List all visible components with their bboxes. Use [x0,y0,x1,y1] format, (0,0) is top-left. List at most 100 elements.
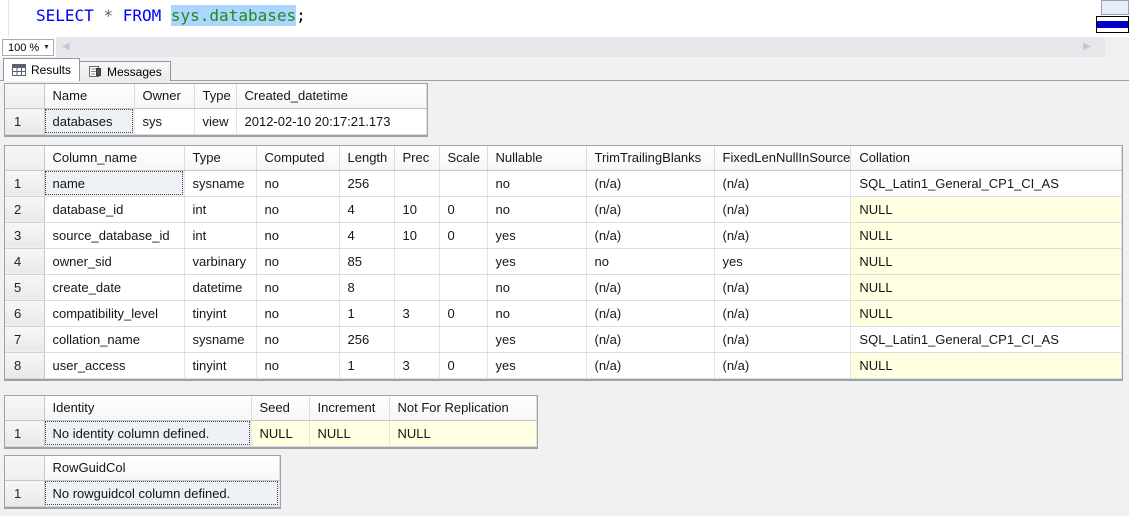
scroll-right-icon[interactable]: ▶ [1083,41,1091,52]
column-header[interactable]: FixedLenNullInSource [714,146,851,170]
zoom-dropdown[interactable]: 100 % ▼ [2,39,54,56]
row-header[interactable]: 2 [5,196,44,222]
column-header[interactable]: Not For Replication [389,396,536,420]
cell[interactable]: (n/a) [586,300,714,326]
cell[interactable]: 0 [439,222,487,248]
cell[interactable]: no [256,300,339,326]
cell[interactable]: SQL_Latin1_General_CP1_CI_AS [851,170,1122,196]
cell[interactable]: collation_name [44,326,184,352]
cell[interactable]: (n/a) [714,352,851,378]
tab-messages[interactable]: Messages [79,61,171,81]
selected-cell[interactable]: databases [44,108,134,134]
cell[interactable] [439,248,487,274]
cell[interactable]: NULL [851,352,1122,378]
cell[interactable]: yes [487,222,586,248]
cell[interactable]: sys [134,108,194,134]
cell[interactable]: no [256,274,339,300]
cell[interactable]: 0 [439,196,487,222]
column-header[interactable]: Seed [251,396,309,420]
cell[interactable]: 3 [394,352,439,378]
cell[interactable]: (n/a) [586,352,714,378]
cell[interactable]: 256 [339,170,394,196]
grid-corner-cell[interactable] [5,146,44,170]
cell[interactable]: database_id [44,196,184,222]
cell[interactable]: 10 [394,196,439,222]
cell[interactable]: no [487,274,586,300]
cell[interactable]: 4 [339,222,394,248]
cell[interactable] [439,170,487,196]
cell[interactable]: no [256,248,339,274]
cell[interactable]: NULL [851,222,1122,248]
cell[interactable]: (n/a) [586,274,714,300]
cell[interactable] [394,170,439,196]
selected-cell[interactable]: name [44,170,184,196]
column-header[interactable]: Computed [256,146,339,170]
cell[interactable]: (n/a) [586,326,714,352]
sql-editor[interactable]: SELECT * FROM sys.databases; [0,0,1129,37]
cell[interactable]: 256 [339,326,394,352]
cell[interactable]: no [256,352,339,378]
cell[interactable]: no [256,222,339,248]
cell[interactable]: 85 [339,248,394,274]
cell[interactable]: 1 [339,352,394,378]
cell[interactable]: no [256,170,339,196]
cell[interactable]: SQL_Latin1_General_CP1_CI_AS [851,326,1122,352]
scroll-left-icon[interactable]: ◀ [62,41,70,52]
cell[interactable]: yes [487,248,586,274]
cell[interactable]: 8 [339,274,394,300]
row-header[interactable]: 1 [5,480,44,506]
cell[interactable]: NULL [309,420,389,446]
row-header[interactable]: 1 [5,420,44,446]
cell[interactable]: (n/a) [586,170,714,196]
cell[interactable]: view [194,108,236,134]
row-header[interactable]: 1 [5,170,44,196]
cell[interactable]: (n/a) [586,196,714,222]
cell[interactable]: tinyint [184,352,256,378]
cell[interactable]: varbinary [184,248,256,274]
selected-cell[interactable]: No identity column defined. [44,420,251,446]
row-header[interactable]: 4 [5,248,44,274]
cell[interactable]: 3 [394,300,439,326]
cell[interactable]: (n/a) [714,300,851,326]
row-header[interactable]: 7 [5,326,44,352]
cell[interactable] [394,248,439,274]
tab-results[interactable]: Results [3,58,80,81]
cell[interactable]: 2012-02-10 20:17:21.173 [236,108,426,134]
cell[interactable]: (n/a) [586,222,714,248]
column-header[interactable]: Length [339,146,394,170]
cell[interactable]: 0 [439,352,487,378]
column-header[interactable]: Collation [851,146,1122,170]
cell[interactable]: (n/a) [714,222,851,248]
cell[interactable]: no [256,196,339,222]
cell[interactable]: int [184,222,256,248]
cell[interactable]: yes [487,352,586,378]
column-header[interactable]: Owner [134,84,194,108]
cell[interactable]: int [184,196,256,222]
cell[interactable]: no [256,326,339,352]
cell[interactable] [394,326,439,352]
vertical-scrollbar-thumb[interactable] [1101,0,1129,15]
column-header[interactable]: Column_name [44,146,184,170]
grid-corner-cell[interactable] [5,456,44,480]
cell[interactable]: sysname [184,326,256,352]
row-header[interactable]: 1 [5,108,44,134]
row-header[interactable]: 3 [5,222,44,248]
cell[interactable]: sysname [184,170,256,196]
cell[interactable]: owner_sid [44,248,184,274]
column-header[interactable]: Prec [394,146,439,170]
cell[interactable]: create_date [44,274,184,300]
cell[interactable]: NULL [389,420,536,446]
cell[interactable]: NULL [251,420,309,446]
cell[interactable]: NULL [851,274,1122,300]
cell[interactable]: NULL [851,196,1122,222]
column-header[interactable]: Identity [44,396,251,420]
cell[interactable]: source_database_id [44,222,184,248]
cell[interactable]: no [487,300,586,326]
grid-corner-cell[interactable] [5,84,44,108]
column-header[interactable]: Scale [439,146,487,170]
cell[interactable] [439,274,487,300]
cell[interactable]: yes [487,326,586,352]
column-header[interactable]: RowGuidCol [44,456,279,480]
cell[interactable]: (n/a) [714,196,851,222]
column-header[interactable]: Type [184,146,256,170]
